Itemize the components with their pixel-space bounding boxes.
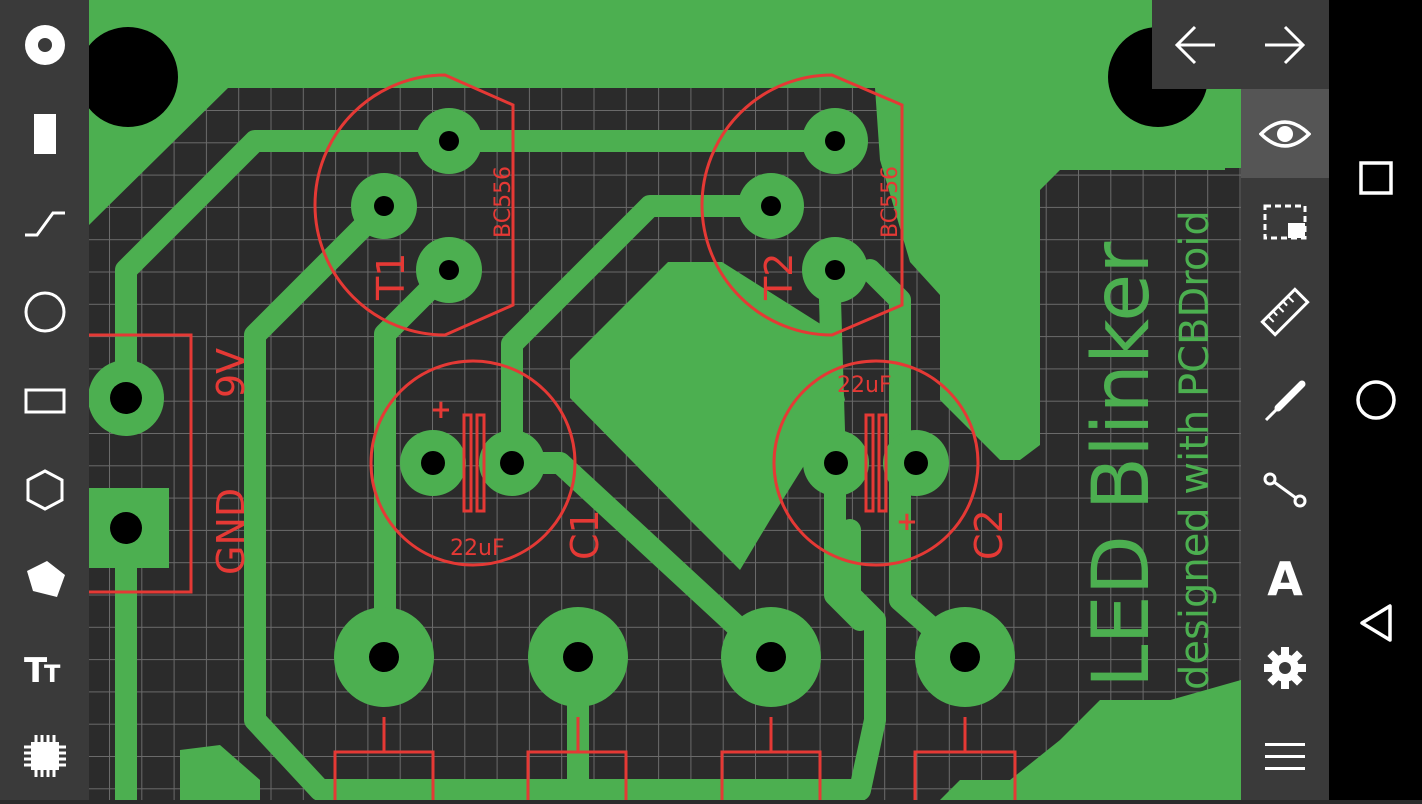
eye-icon [1259, 119, 1311, 148]
connect-tool[interactable] [1241, 445, 1329, 534]
chip-icon [23, 734, 66, 777]
polygon-tool[interactable] [0, 445, 89, 534]
area-icon [26, 560, 65, 597]
label-c1: C1 [563, 509, 607, 560]
label-c2-value: 22uF [837, 373, 892, 398]
recent-apps-button[interactable] [1329, 133, 1422, 223]
right-toolbar: A [1241, 89, 1329, 800]
label-c1-plus: + [430, 395, 452, 425]
label-t2-part: BC556 [878, 166, 903, 238]
net-connect-icon [1263, 472, 1307, 507]
label-c1-value: 22uF [450, 536, 505, 561]
back-triangle-icon [1359, 604, 1392, 642]
board-subtitle: designed with PCBDroid [1172, 210, 1218, 690]
ruler-icon [1260, 286, 1310, 337]
home-button[interactable] [1329, 355, 1422, 445]
probe-tool[interactable] [1241, 356, 1329, 445]
smd-pad-tool[interactable] [0, 89, 89, 178]
select-area-tool[interactable] [1241, 178, 1329, 267]
arrow-left-icon [1174, 25, 1215, 64]
area-tool[interactable] [0, 534, 89, 623]
rectangle-icon [24, 388, 65, 413]
board-title: LED Blinker [1077, 241, 1167, 688]
undo-button[interactable] [1152, 0, 1240, 89]
circle-icon [24, 291, 65, 332]
back-button[interactable] [1329, 578, 1422, 668]
label-c2: C2 [967, 509, 1011, 560]
smd-pad-icon [33, 113, 56, 154]
rectangle-tool[interactable] [0, 356, 89, 445]
label-gnd: GND [209, 488, 253, 575]
arrow-right-icon [1265, 25, 1306, 64]
text-style-tool[interactable]: A [1241, 534, 1329, 623]
square-icon [1358, 161, 1393, 195]
label-9v: 9V [209, 348, 253, 398]
track-tool[interactable] [0, 178, 89, 267]
label-t1: T1 [369, 253, 413, 301]
text-tool[interactable]: TT [0, 623, 89, 712]
track-icon [24, 211, 65, 236]
pcb-canvas[interactable]: T1 BC556 T2 BC556 22uF C1 + 22uF C2 + 9V… [78, 0, 1241, 804]
left-toolbar: TT [0, 0, 89, 800]
pad-tool[interactable] [0, 0, 89, 89]
label-t2: T2 [757, 253, 801, 301]
hamburger-icon [1265, 742, 1305, 770]
hexagon-icon [26, 468, 63, 511]
label-t1-part: BC556 [491, 166, 516, 238]
circle-tool[interactable] [0, 267, 89, 356]
svg-text:T: T [44, 660, 61, 688]
text-tool-icon: TT [24, 651, 61, 690]
home-circle-icon [1355, 380, 1396, 420]
gear-icon [1264, 646, 1306, 689]
menu-tool[interactable] [1241, 712, 1329, 801]
select-area-icon [1263, 204, 1307, 239]
pad-icon [24, 24, 65, 65]
view-tool[interactable] [1241, 89, 1329, 178]
redo-button[interactable] [1240, 0, 1328, 89]
probe-icon [1264, 380, 1306, 421]
android-navigation-bar [1329, 0, 1422, 800]
measure-tool[interactable] [1241, 267, 1329, 356]
settings-tool[interactable] [1241, 623, 1329, 712]
letter-a-icon: A [1267, 551, 1303, 606]
label-c2-plus: + [896, 507, 918, 537]
undo-redo-bar [1152, 0, 1329, 89]
component-tool[interactable] [0, 711, 89, 800]
